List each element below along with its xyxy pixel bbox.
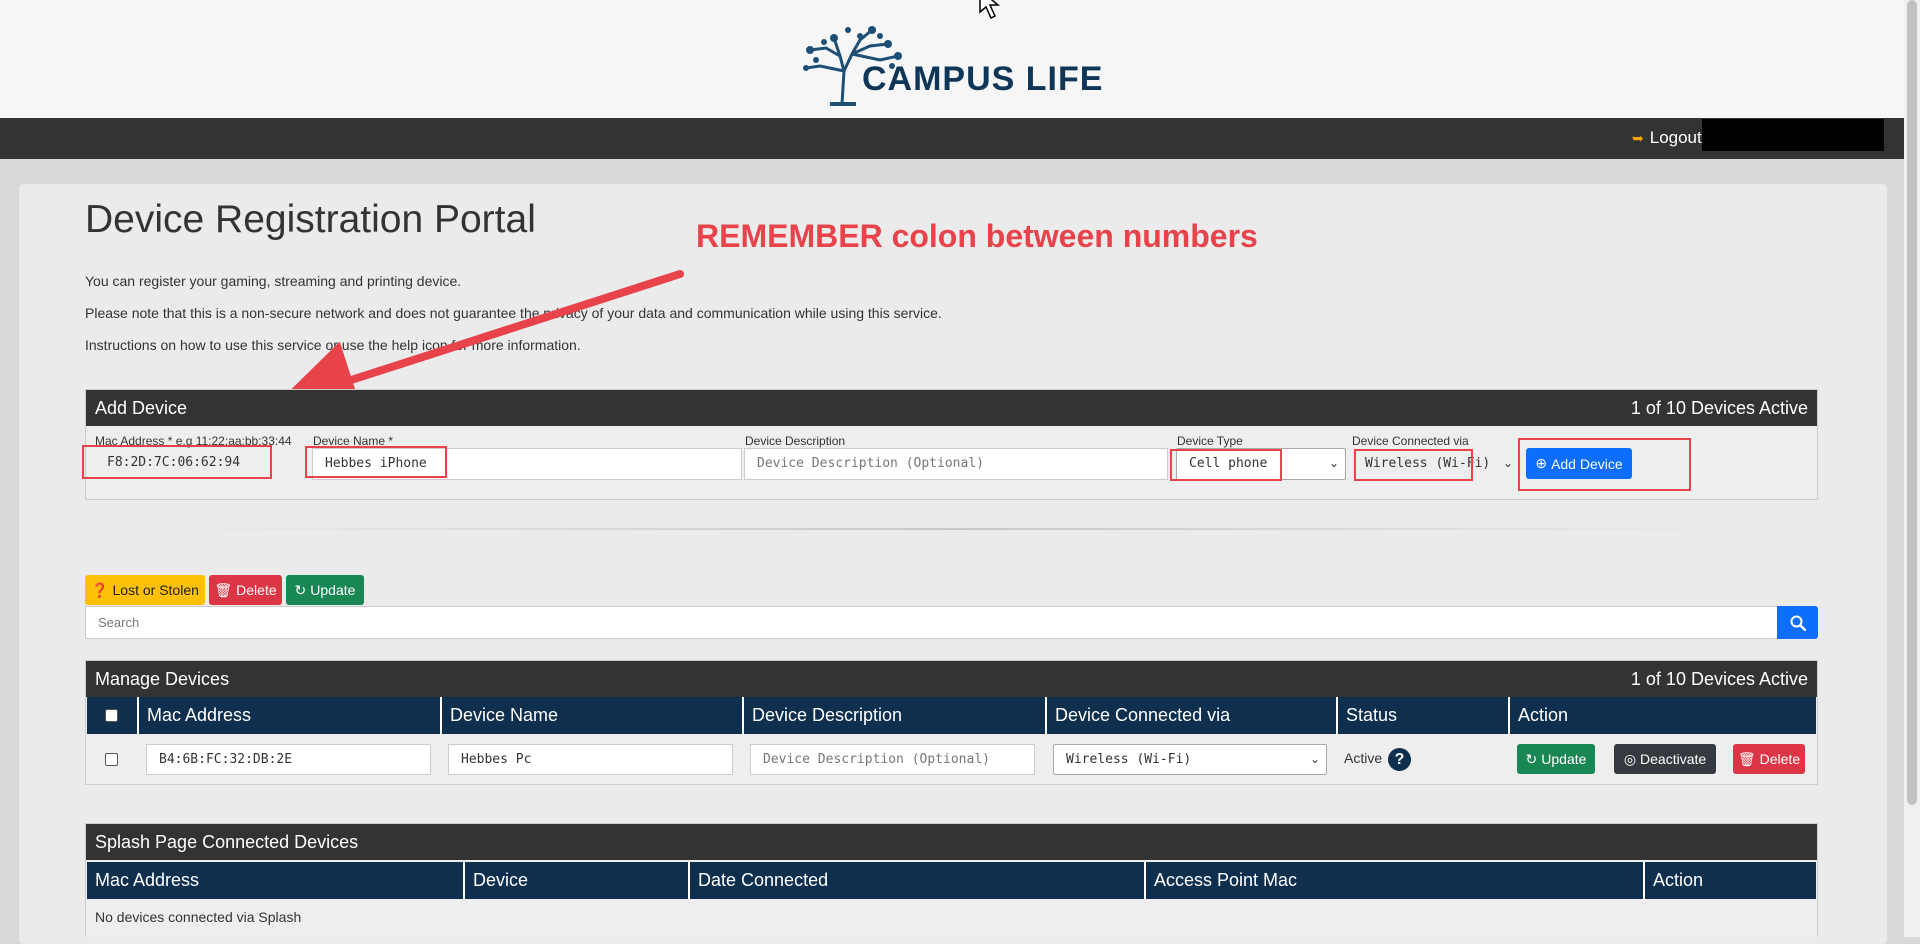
splash-col-access-point-mac: Access Point Mac (1144, 862, 1643, 899)
manage-table-header: Mac Address Device Name Device Descripti… (87, 697, 1816, 734)
add-device-title: Add Device (95, 397, 188, 418)
splash-devices-header: Splash Page Connected Devices (86, 824, 1817, 860)
row-mac-address-input[interactable]: B4:6B:FC:32:DB:2E (146, 744, 431, 775)
update-label: Update (310, 582, 356, 598)
col-action: Action (1508, 697, 1816, 734)
row-connected-via-select[interactable]: Wireless (Wi-Fi) ⌄ (1053, 744, 1327, 775)
annotation-text: REMEMBER colon between numbers (696, 218, 1258, 254)
col-status: Status (1336, 697, 1508, 734)
splash-col-mac-address: Mac Address (95, 870, 200, 890)
col-device-description: Device Description (742, 697, 1045, 734)
splash-col-action: Action (1643, 862, 1816, 899)
search-button[interactable] (1777, 606, 1818, 639)
row-device-name-input[interactable]: Hebbes Pc (448, 744, 733, 775)
row-checkbox[interactable] (105, 753, 118, 766)
chevron-down-icon: ⌄ (1328, 456, 1339, 470)
row-device-description-input[interactable]: Device Description (Optional) (750, 744, 1035, 775)
mouse-cursor-icon (979, 0, 1001, 20)
scrollbar-thumb[interactable] (1907, 0, 1917, 805)
chevron-down-icon: ⌄ (1309, 752, 1320, 766)
select-all-checkbox[interactable] (105, 709, 118, 722)
question-circle-icon: ❓ (91, 581, 109, 598)
highlight-device-name (305, 446, 447, 478)
splash-devices-title: Splash Page Connected Devices (95, 831, 359, 852)
highlight-device-type (1170, 449, 1282, 481)
lost-or-stolen-label: Lost or Stolen (112, 582, 199, 598)
page-scrollbar[interactable] (1904, 0, 1920, 937)
device-description-label: Device Description (745, 434, 846, 448)
delete-label: Delete (236, 582, 277, 598)
device-type-label: Device Type (1177, 434, 1243, 448)
logout-icon: ➥ (1632, 129, 1644, 146)
search-input[interactable]: Search (85, 606, 1778, 639)
table-row: B4:6B:FC:32:DB:2E Hebbes Pc Device Descr… (87, 734, 1816, 784)
row-status: Active (1344, 750, 1383, 766)
row-delete-button[interactable]: 🗑 Delete (1733, 744, 1805, 774)
page-title: Device Registration Portal (85, 198, 536, 241)
logout-link[interactable]: ➥ Logout (1632, 128, 1702, 148)
col-device-connected-via: Device Connected via (1045, 697, 1336, 734)
add-device-header: Add Device 1 of 10 Devices Active (86, 390, 1817, 426)
add-device-count: 1 of 10 Devices Active (1630, 397, 1808, 418)
splash-empty-text: No devices connected via Splash (95, 909, 302, 925)
highlight-connected-via (1354, 449, 1473, 481)
redacted-username (1702, 119, 1884, 151)
refresh-icon: ↻ (1525, 750, 1538, 767)
splash-col-device: Device (463, 862, 688, 899)
row-deactivate-label: Deactivate (1640, 751, 1707, 767)
update-button[interactable]: ↻ Update (286, 575, 364, 605)
row-delete-label: Delete (1759, 751, 1801, 767)
device-description-input[interactable]: Device Description (Optional) (744, 448, 1168, 480)
select-all-header (87, 697, 137, 734)
manage-devices-title: Manage Devices (95, 668, 230, 689)
lost-or-stolen-button[interactable]: ❓ Lost or Stolen (85, 575, 205, 605)
col-mac-address: Mac Address (137, 697, 440, 734)
delete-button[interactable]: 🗑 Delete (209, 575, 282, 605)
device-connected-via-label: Device Connected via (1352, 434, 1469, 448)
brand-name: CAMPUS LIFE (862, 60, 1104, 98)
row-update-label: Update (1541, 751, 1587, 767)
splash-col-date-connected: Date Connected (688, 862, 1144, 899)
section-divider (170, 528, 1740, 530)
refresh-icon: ↻ (294, 581, 307, 598)
campus-life-logo[interactable]: CAMPUS LIFE (800, 16, 1110, 106)
highlight-mac-address (82, 445, 272, 479)
search-icon (1790, 615, 1806, 631)
row-connected-via-value: Wireless (Wi-Fi) (1066, 752, 1192, 767)
highlight-add-button (1518, 438, 1691, 491)
trash-icon: 🗑 (1737, 750, 1756, 767)
top-nav-bar (0, 118, 1904, 159)
manage-devices-count: 1 of 10 Devices Active (1630, 668, 1808, 689)
help-icon[interactable]: ? (1388, 748, 1411, 771)
logout-label: Logout (1649, 128, 1702, 147)
col-device-name: Device Name (440, 697, 742, 734)
trash-icon: 🗑 (214, 581, 233, 598)
row-update-button[interactable]: ↻ Update (1517, 744, 1595, 774)
eye-slash-icon: ◎ (1623, 750, 1637, 767)
row-deactivate-button[interactable]: ◎ Deactivate (1614, 744, 1716, 774)
chevron-down-icon: ⌄ (1502, 456, 1513, 470)
manage-devices-header: Manage Devices 1 of 10 Devices Active (86, 661, 1817, 697)
splash-table-header: Mac Address Device Date Connected Access… (87, 862, 1816, 899)
